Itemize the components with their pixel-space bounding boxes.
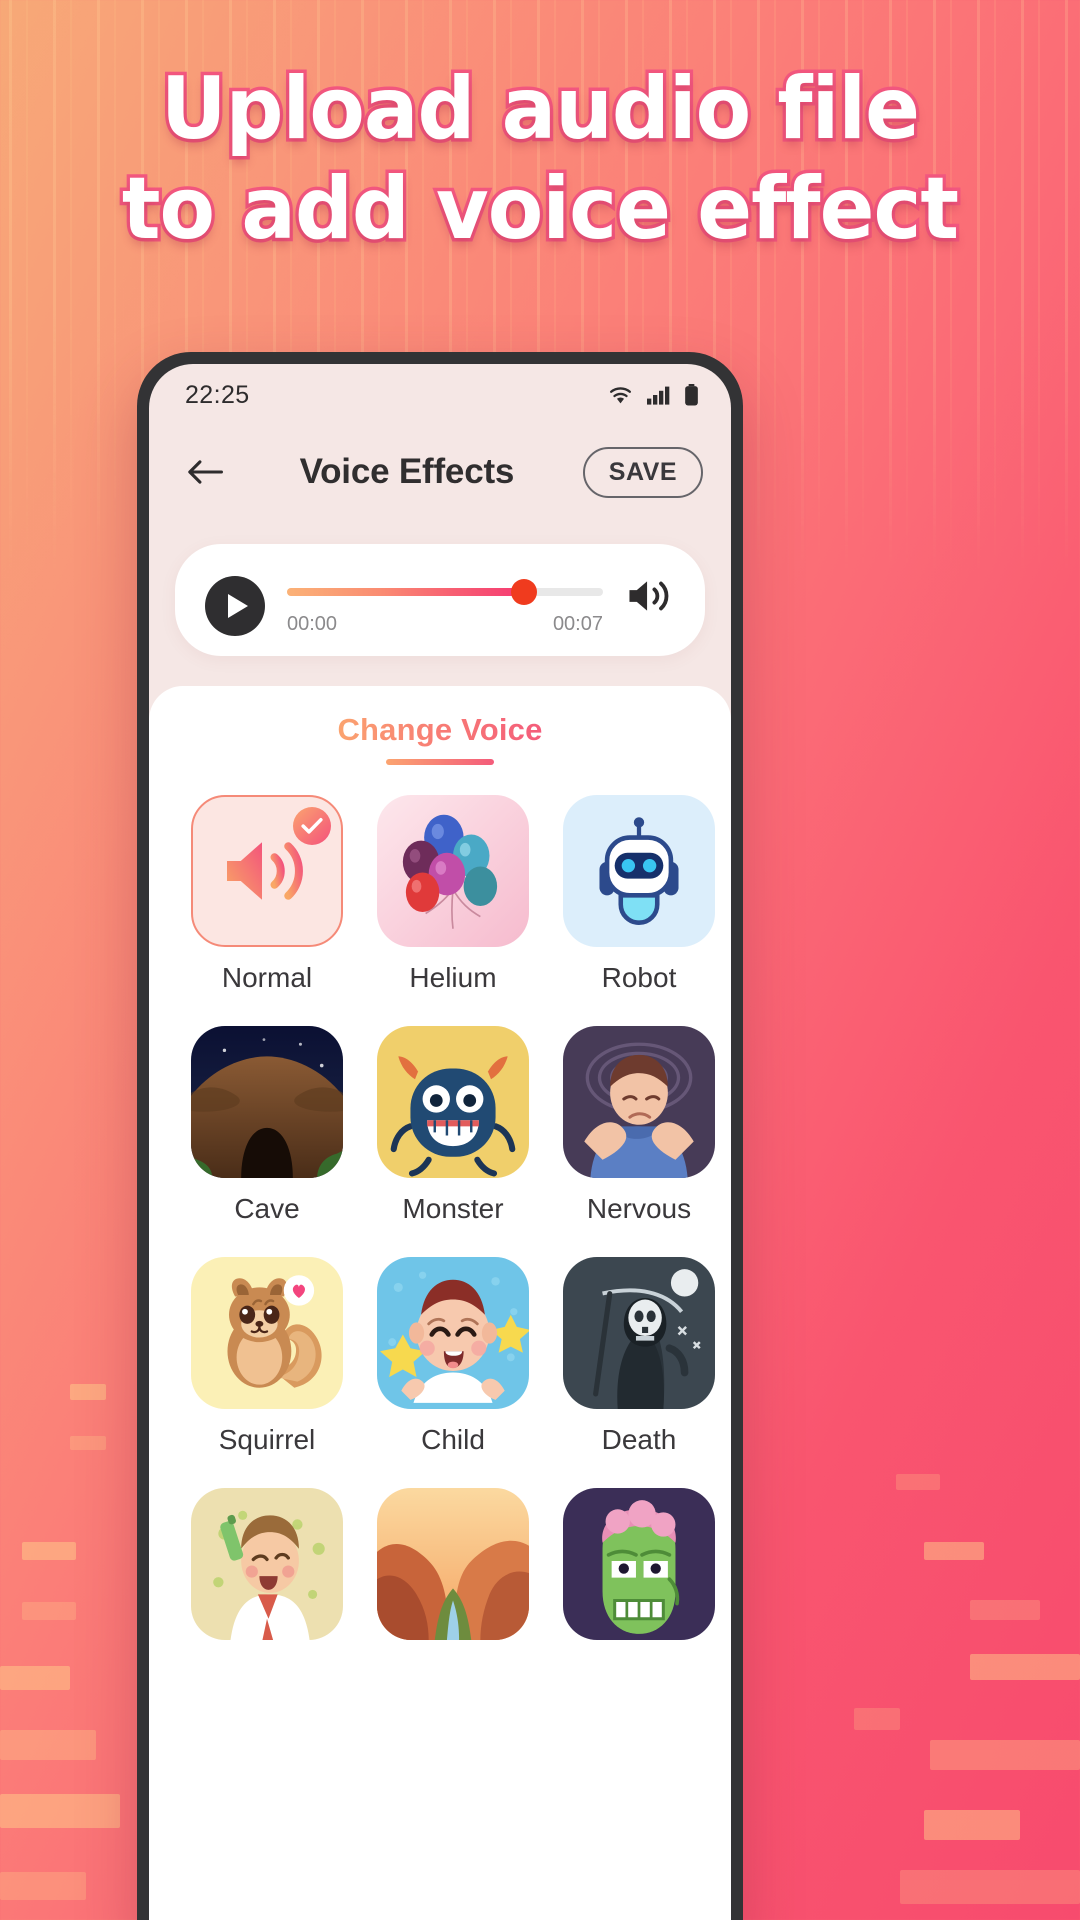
effect-item-monster[interactable]: Monster (377, 1026, 529, 1253)
seek-track: 00:00 00:07 (287, 570, 603, 636)
drunk-icon (191, 1488, 343, 1640)
progress-slider[interactable] (287, 579, 603, 605)
effect-thumbnail (191, 1257, 343, 1409)
effect-thumbnail (191, 795, 343, 947)
effect-label: Helium (409, 962, 497, 993)
effect-item-robot[interactable]: Robot (563, 795, 715, 1022)
balloons-icon (377, 795, 529, 947)
status-icons (607, 384, 699, 406)
effect-thumbnail (563, 1257, 715, 1409)
effect-thumbnail (563, 1026, 715, 1178)
effect-label: Death (601, 1424, 677, 1455)
effect-item-squirrel[interactable]: Squirrel (191, 1257, 343, 1484)
effect-label: Normal (221, 962, 313, 993)
promo-headline-line-2: to add voice effect (119, 159, 963, 259)
effect-item-nervous[interactable]: Nervous (563, 1026, 715, 1253)
effect-label: Squirrel (218, 1424, 316, 1455)
effect-item-normal[interactable]: Normal (191, 795, 343, 1022)
cave-icon (191, 1026, 343, 1178)
effect-thumbnail (377, 1257, 529, 1409)
current-time: 00:00 (287, 613, 338, 635)
signal-icon (647, 385, 671, 405)
canyon-icon (377, 1488, 529, 1640)
effect-thumbnail (563, 795, 715, 947)
total-time: 00:07 (552, 613, 603, 635)
effect-item-death[interactable]: Death (563, 1257, 715, 1484)
promo-headline: Upload audio file to add voice effect (0, 59, 1080, 259)
tab-bar: Change Voice (149, 712, 731, 765)
effect-thumbnail (191, 1488, 343, 1640)
back-button[interactable] (179, 446, 231, 498)
wifi-icon (607, 385, 634, 405)
audio-player-card: 00:00 00:07 (175, 544, 705, 656)
effect-item-child[interactable]: Child (377, 1257, 529, 1484)
arrow-left-icon (186, 457, 224, 487)
battery-icon (684, 384, 699, 406)
effect-thumbnail (377, 1026, 529, 1178)
status-bar: 22:25 (149, 364, 731, 426)
page-title: Voice Effects (299, 452, 515, 491)
squirrel-icon (191, 1257, 343, 1409)
check-icon (293, 807, 331, 845)
effect-label: Cave (234, 1193, 300, 1224)
effect-item-cave[interactable]: Cave (191, 1026, 343, 1253)
phone-screen: 22:25 Voice Effects SAVE 00:00 00:07 Cha… (149, 364, 731, 1920)
voice-effects-grid: Normal Helium Robot Cave Monster Nervous… (149, 765, 731, 1668)
effect-item-helium[interactable]: Helium (377, 795, 529, 1022)
effect-label: Monster (402, 1193, 504, 1224)
zombie-icon (563, 1488, 715, 1640)
play-icon (227, 594, 248, 618)
effect-item-zombie[interactable] (563, 1488, 715, 1668)
volume-button[interactable] (625, 574, 675, 618)
progress-fill (287, 588, 524, 596)
effect-label: Child (421, 1424, 485, 1455)
tab-change-voice[interactable]: Change Voice (337, 712, 542, 748)
time-row: 00:00 00:07 (287, 613, 603, 636)
monster-icon (377, 1026, 529, 1178)
baby-icon (377, 1257, 529, 1409)
effect-thumbnail (191, 1026, 343, 1178)
effect-thumbnail (377, 1488, 529, 1640)
effect-item-canyon[interactable] (377, 1488, 529, 1668)
effect-item-drunk[interactable] (191, 1488, 343, 1668)
effect-label: Robot (601, 962, 677, 993)
effect-label: Nervous (586, 1193, 692, 1224)
status-time: 22:25 (185, 380, 250, 409)
effect-thumbnail (377, 795, 529, 947)
promo-headline-line-1: Upload audio file (158, 59, 924, 159)
phone-mockup: 22:25 Voice Effects SAVE 00:00 00:07 Cha… (137, 352, 743, 1920)
player-section: 00:00 00:07 (149, 518, 731, 686)
save-button[interactable]: SAVE (582, 446, 703, 498)
nervous-icon (563, 1026, 715, 1178)
progress-thumb[interactable] (511, 579, 537, 605)
effect-thumbnail (563, 1488, 715, 1640)
volume-up-icon (625, 574, 675, 618)
play-button[interactable] (205, 576, 265, 636)
effects-sheet: Change Voice Normal Helium Robot Cave Mo… (149, 686, 731, 1920)
app-bar: Voice Effects SAVE (149, 426, 731, 518)
reaper-icon (563, 1257, 715, 1409)
robot-icon (563, 795, 715, 947)
volume-up-icon (222, 832, 312, 910)
